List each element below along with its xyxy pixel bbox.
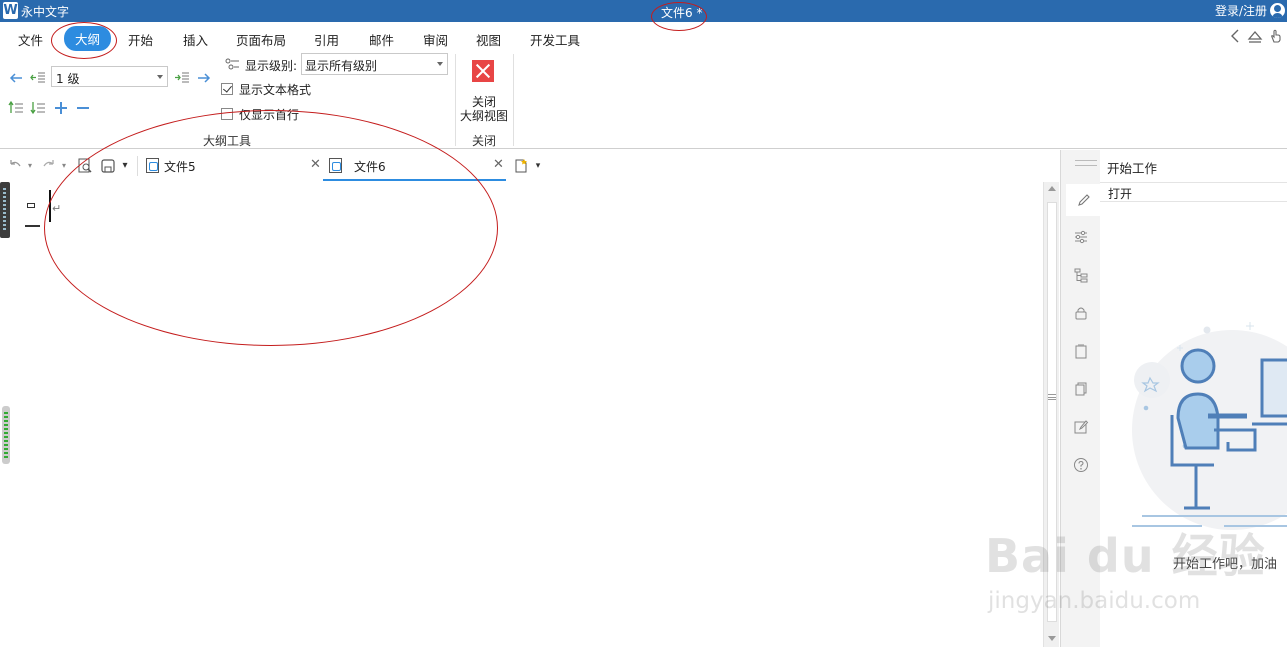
move-down-icon[interactable] (30, 100, 46, 116)
show-text-format-label: 显示文本格式 (239, 83, 312, 97)
chevron-left-icon[interactable] (1228, 28, 1244, 44)
scroll-grip-icon (1048, 394, 1056, 400)
new-document-icon[interactable] (513, 158, 529, 174)
watermark-sub-text: jingyan.baidu.com (988, 588, 1201, 614)
open-file-label: 打开 (1108, 187, 1133, 201)
demote-body-arrow-icon[interactable] (196, 70, 212, 86)
outline-bullet-icon[interactable] (27, 203, 35, 208)
undo-icon[interactable] (7, 158, 23, 174)
panel-drag-handle-icon[interactable] (1075, 160, 1097, 166)
menu-references[interactable]: 引用 (314, 30, 339, 49)
dropdown-arrow-icon (437, 62, 443, 66)
menu-mailings[interactable]: 邮件 (369, 30, 394, 49)
show-level-label: 显示级别: (245, 59, 298, 73)
annotation-ellipse-outline-tab (51, 22, 117, 59)
menu-file[interactable]: 文件 (18, 30, 43, 49)
close-outline-view-button[interactable]: 关闭 大纲视图 (460, 95, 508, 123)
panel-title: 开始工作 (1107, 161, 1158, 176)
app-name: 永中文字 (21, 5, 70, 19)
hand-pointer-icon[interactable] (1268, 28, 1284, 44)
settings-sliders-icon[interactable] (1073, 229, 1089, 245)
group-divider (513, 54, 514, 146)
menu-home[interactable]: 开始 (128, 30, 153, 49)
expand-plus-icon[interactable] (53, 100, 69, 116)
watermark-main-text: Bai du 经验 (985, 529, 1266, 583)
vertical-ruler-lower[interactable] (2, 406, 10, 464)
group-divider (455, 54, 456, 146)
close-outline-icon[interactable] (472, 60, 494, 82)
show-level-value: 显示所有级别 (305, 59, 378, 73)
open-file-item[interactable]: 打开 (1100, 182, 1287, 202)
scroll-down-icon[interactable] (1048, 636, 1056, 641)
menu-insert[interactable]: 插入 (183, 30, 208, 49)
clipboard-icon[interactable] (1073, 343, 1089, 359)
promote-arrow-icon[interactable] (8, 70, 24, 86)
undo-dropdown-icon[interactable]: ▾ (25, 158, 35, 174)
menu-view[interactable]: 视图 (476, 30, 501, 49)
vertical-ruler[interactable] (0, 182, 10, 238)
login-register-link[interactable]: 登录/注册 (1215, 2, 1267, 19)
show-level-icon (224, 57, 240, 73)
menu-review[interactable]: 审阅 (423, 30, 448, 49)
edit-note-icon[interactable] (1073, 419, 1089, 435)
collapse-minus-icon[interactable] (75, 100, 91, 116)
outline-level-select[interactable]: 1 级 (51, 66, 168, 87)
title-bar: W 永中文字 文件6 * 登录/注册 (0, 0, 1287, 22)
app-window: W 永中文字 文件6 * 登录/注册 文件 大纲 开始 插入 页面布局 引用 邮… (0, 0, 1287, 647)
collapse-ribbon-icon[interactable] (1247, 28, 1263, 44)
menu-developer[interactable]: 开发工具 (530, 30, 580, 49)
move-up-icon[interactable] (8, 100, 24, 116)
app-logo-icon: W (3, 2, 18, 19)
promote-level-icon[interactable] (30, 70, 46, 86)
empty-state-illustration (1132, 322, 1287, 530)
new-document-dropdown-icon[interactable]: ▾ (533, 158, 543, 174)
baidu-jingyan-watermark: Bai du 经验 jingyan.baidu.com (985, 529, 1266, 613)
annotation-ellipse-outline-area (44, 110, 498, 346)
outline-level-value: 1 级 (56, 72, 80, 86)
redo-icon[interactable] (41, 158, 57, 174)
show-text-format-checkbox[interactable] (221, 83, 233, 95)
annotation-ellipse-doc-title (651, 2, 707, 31)
dropdown-arrow-icon (157, 75, 163, 79)
menu-bar: 文件 大纲 开始 插入 页面布局 引用 邮件 审阅 视图 开发工具 (0, 22, 1287, 52)
demote-level-icon[interactable] (174, 70, 190, 86)
scroll-up-icon[interactable] (1048, 186, 1056, 191)
tab-close-icon[interactable]: ✕ (493, 157, 504, 172)
redo-dropdown-icon[interactable]: ▾ (59, 158, 69, 174)
close-label-line2: 大纲视图 (460, 109, 509, 123)
show-level-select[interactable]: 显示所有级别 (301, 53, 448, 75)
close-group-label: 关闭 (472, 134, 497, 148)
lock-icon[interactable] (1073, 305, 1089, 321)
close-label-line1: 关闭 (471, 95, 496, 109)
user-avatar-icon[interactable] (1270, 3, 1285, 18)
menu-page-layout[interactable]: 页面布局 (236, 30, 286, 49)
help-icon[interactable] (1073, 457, 1089, 473)
pen-icon[interactable] (1066, 184, 1101, 216)
structure-tree-icon[interactable] (1073, 267, 1089, 283)
outline-body-marker (25, 225, 40, 227)
copy-pages-icon[interactable] (1073, 381, 1089, 397)
